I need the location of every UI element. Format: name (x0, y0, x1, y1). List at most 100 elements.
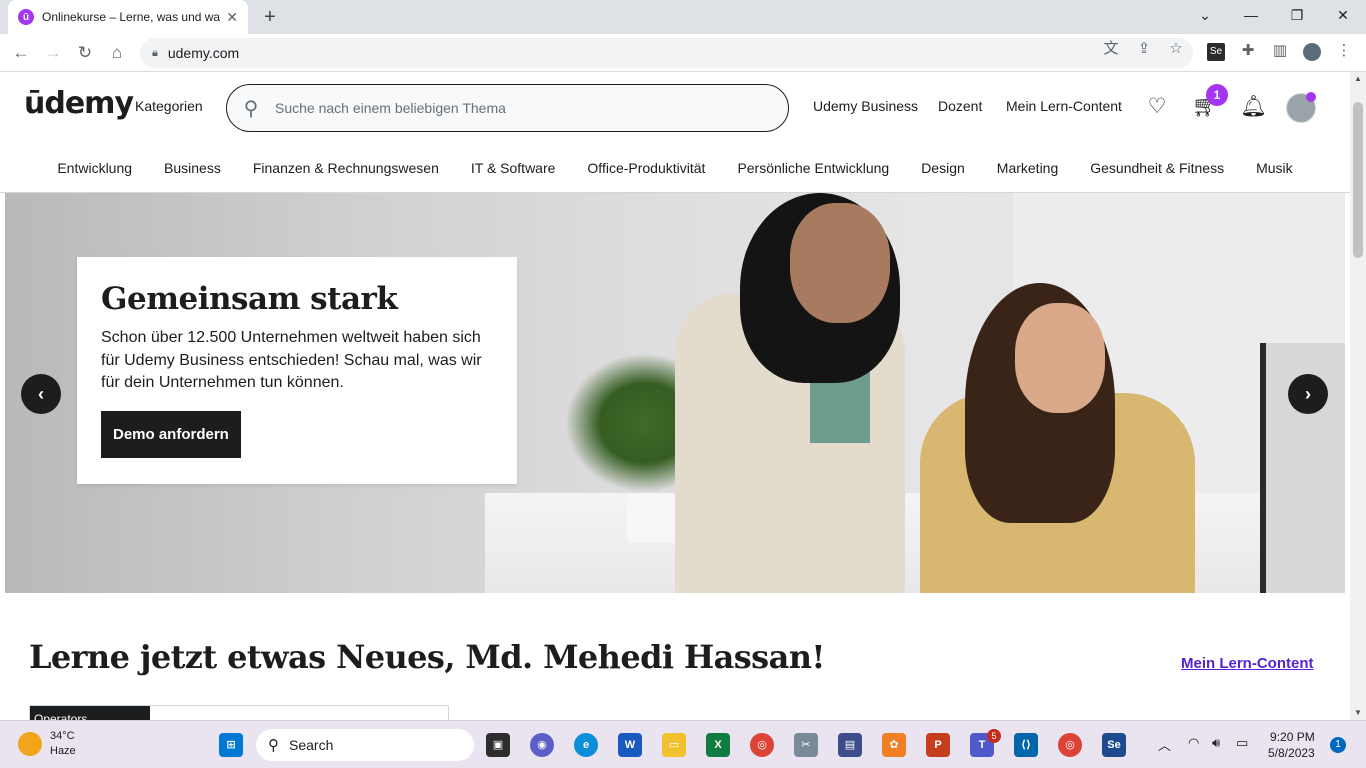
translate-icon[interactable]: 文 (1100, 38, 1122, 60)
maximize-button[interactable]: ❐ (1274, 4, 1320, 26)
reload-icon[interactable]: ↻ (74, 42, 96, 64)
back-arrow-icon[interactable]: ← (10, 42, 32, 64)
home-icon[interactable]: ⌂ (106, 42, 128, 64)
scroll-thumb[interactable] (1353, 102, 1363, 258)
category-nav: Entwicklung Business Finanzen & Rechnung… (0, 144, 1350, 193)
instructor-link[interactable]: Dozent (938, 98, 982, 114)
request-demo-button[interactable]: Demo anfordern (101, 410, 241, 458)
my-learning-content-link[interactable]: Mein Lern-Content (1181, 655, 1314, 672)
address-bar[interactable]: 🔒︎ udemy.com (140, 38, 1193, 68)
menu-dots-icon[interactable]: ⋮ (1333, 40, 1355, 62)
browser-tab[interactable]: ū Onlinekurse – Lerne, was und wa ✕ (8, 0, 248, 34)
windows-taskbar: 34°C Haze ⊞ ⚲ Search ▣ ◉ e W ▭ X ◎ ✂ ▤ ✿… (0, 720, 1366, 768)
weather-widget[interactable]: 34°C Haze (18, 729, 76, 759)
chrome-icon[interactable]: ◎ (750, 733, 774, 757)
clock-date: 5/8/2023 (1268, 746, 1315, 760)
udemy-business-link[interactable]: Udemy Business (813, 98, 918, 114)
categories-link[interactable]: Kategorien (135, 98, 203, 114)
new-tab-button[interactable]: + (258, 5, 282, 29)
taskbar-search-label: Search (289, 737, 334, 753)
notifications-bell-icon[interactable]: 🔔︎ (1240, 94, 1267, 120)
volume-icon[interactable]: 🔊︎ (1212, 735, 1220, 751)
wifi-icon[interactable]: ◠ (1188, 735, 1199, 751)
bookmark-star-icon[interactable]: ☆ (1165, 38, 1187, 60)
clock-time: 9:20 PM (1270, 730, 1315, 744)
category-item[interactable]: IT & Software (455, 160, 572, 176)
carousel-prev-button[interactable]: ‹ (21, 374, 61, 414)
page-scrollbar[interactable]: ▲ ▼ (1350, 72, 1366, 720)
hero-card: Gemeinsam stark Schon über 12.500 Untern… (77, 257, 517, 484)
side-panel-icon[interactable]: ▥ (1269, 40, 1291, 62)
battery-icon[interactable]: ▭ (1236, 735, 1248, 751)
word-icon[interactable]: W (618, 733, 642, 757)
notification-count-badge[interactable]: 1 (1330, 737, 1346, 753)
avatar-notification-dot (1306, 92, 1316, 102)
category-item[interactable]: Musik (1240, 160, 1309, 176)
vscode-icon[interactable]: ⟨⟩ (1014, 733, 1038, 757)
task-view-icon[interactable]: ▣ (486, 733, 510, 757)
minimize-button[interactable]: — (1228, 4, 1274, 26)
course-tab-active[interactable]: Operators (30, 706, 150, 720)
hero-desk (485, 493, 1345, 593)
weather-temperature: 34°C (50, 730, 75, 742)
taskbar-search[interactable]: ⚲ Search (256, 729, 474, 761)
site-header: ūdemy Kategorien ⚲ Udemy Business Dozent… (0, 72, 1350, 144)
powerpoint-icon[interactable]: P (926, 733, 950, 757)
my-learning-link[interactable]: Mein Lern-Content (1006, 98, 1122, 114)
tab-title: Onlinekurse – Lerne, was und wa (42, 10, 221, 24)
chat-icon[interactable]: ◉ (530, 733, 554, 757)
carousel-next-button[interactable]: › (1288, 374, 1328, 414)
show-hidden-icons-chevron-icon[interactable]: ︿ (1158, 735, 1171, 754)
selenium-extension-icon[interactable]: Se (1207, 43, 1225, 61)
hero-person-face (790, 203, 890, 323)
udemy-page: ūdemy Kategorien ⚲ Udemy Business Dozent… (0, 72, 1350, 720)
windows-start-icon[interactable]: ⊞ (219, 733, 243, 757)
selenium-ide-icon[interactable]: Se (1102, 733, 1126, 757)
share-icon[interactable]: ⇪ (1133, 38, 1155, 60)
hero-person-2-face (1015, 303, 1105, 413)
file-explorer-icon[interactable]: ▭ (662, 733, 686, 757)
scroll-up-arrow-icon[interactable]: ▲ (1350, 72, 1366, 86)
search-input[interactable] (275, 100, 755, 116)
taskbar-search-icon: ⚲ (268, 737, 279, 754)
category-item[interactable]: Entwicklung (41, 160, 148, 176)
category-item[interactable]: Gesundheit & Fitness (1074, 160, 1240, 176)
weather-condition: Haze (50, 745, 76, 757)
lock-icon: 🔒︎ (152, 46, 158, 59)
category-item[interactable]: Business (148, 160, 237, 176)
excel-icon[interactable]: X (706, 733, 730, 757)
chrome-active-icon[interactable]: ◎ (1058, 733, 1082, 757)
xampp-icon[interactable]: ✿ (882, 733, 906, 757)
category-item[interactable]: Office-Produktivität (571, 160, 721, 176)
course-tabs-strip: Operators (29, 705, 449, 720)
hero-title: Gemeinsam stark (101, 281, 398, 317)
browser-toolbar: ← → ↻ ⌂ 🔒︎ udemy.com 文 ⇪ ☆ Se ✚ ▥ ⋮ (0, 34, 1366, 72)
udemy-logo[interactable]: ūdemy (24, 86, 134, 121)
tab-close-icon[interactable]: ✕ (226, 9, 238, 26)
snipping-tool-icon[interactable]: ✂ (794, 733, 818, 757)
category-item[interactable]: Design (905, 160, 981, 176)
search-icon[interactable]: ⚲ (227, 96, 275, 121)
edge-browser-icon[interactable]: e (574, 733, 598, 757)
taskbar-clock[interactable]: 9:20 PM 5/8/2023 (1268, 729, 1315, 761)
extensions-puzzle-icon[interactable]: ✚ (1237, 40, 1259, 62)
tab-search-chevron-icon[interactable]: ⌄ (1182, 4, 1228, 26)
app-window-icon[interactable]: ▤ (838, 733, 862, 757)
search-bar: ⚲ (226, 84, 789, 132)
profile-avatar-icon[interactable] (1303, 43, 1321, 61)
sun-haze-icon (18, 732, 42, 756)
udemy-favicon-icon: ū (18, 9, 34, 25)
forward-arrow-icon[interactable]: → (42, 42, 64, 64)
category-item[interactable]: Finanzen & Rechnungswesen (237, 160, 455, 176)
close-window-button[interactable]: ✕ (1320, 4, 1366, 26)
hero-banner: Gemeinsam stark Schon über 12.500 Untern… (5, 193, 1345, 593)
category-item[interactable]: Marketing (981, 160, 1074, 176)
scroll-down-arrow-icon[interactable]: ▼ (1350, 706, 1366, 720)
wishlist-heart-icon[interactable]: ♡ (1144, 94, 1170, 120)
browser-tab-bar: ū Onlinekurse – Lerne, was und wa ✕ + ⌄ … (0, 0, 1366, 34)
url-text: udemy.com (167, 45, 240, 61)
category-item[interactable]: Persönliche Entwicklung (721, 160, 905, 176)
hero-text: Schon über 12.500 Unternehmen weltweit h… (101, 329, 482, 391)
teams-notification-badge: 5 (987, 729, 1001, 743)
cart-count-badge: 1 (1206, 84, 1228, 106)
